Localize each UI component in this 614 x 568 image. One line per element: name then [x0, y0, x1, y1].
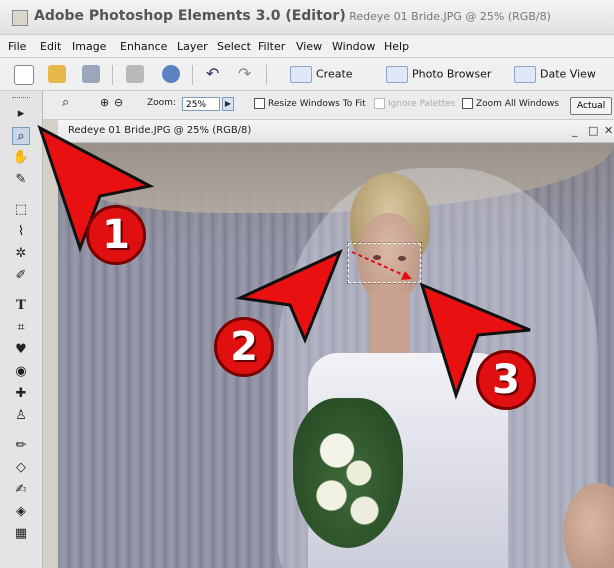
menu-layer[interactable]: Layer [177, 40, 208, 53]
pencil-tool-icon[interactable]: ✏ [12, 437, 30, 455]
photo-browser-icon [386, 66, 408, 83]
selection-brush-tool-icon[interactable]: ✐ [12, 267, 30, 285]
resize-windows-label: Resize Windows To Fit [268, 99, 366, 109]
zoom-tool-option-icon: ⌕ [62, 95, 70, 110]
menu-image[interactable]: Image [72, 40, 106, 53]
annotation-number-2: 2 [214, 317, 274, 377]
toolbox-grip[interactable] [12, 97, 30, 100]
paint-bucket-tool-icon[interactable]: ◈ [12, 503, 30, 521]
cookie-cutter-tool-icon[interactable]: ♥ [12, 341, 30, 359]
zoom-all-windows-label: Zoom All Windows [476, 99, 559, 109]
zoom-label: Zoom: [147, 98, 176, 108]
create-button[interactable]: Create [290, 66, 353, 83]
window-title-suffix: Redeye 01 Bride.JPG @ 25% (RGB/8) [345, 10, 551, 23]
ignore-palettes-checkbox: Ignore Palettes [374, 98, 455, 109]
date-view-label: Date View [540, 67, 596, 81]
checkbox-box [254, 98, 265, 109]
zoom-in-icon[interactable]: ⊕ [100, 96, 109, 109]
marquee-tool-icon[interactable]: ⬚ [12, 201, 30, 219]
clone-stamp-tool-icon[interactable]: ♙ [12, 407, 30, 425]
checkbox-box [462, 98, 473, 109]
menu-help[interactable]: Help [384, 40, 409, 53]
photo-bouquet [293, 398, 403, 548]
photoshop-app-icon [12, 10, 28, 26]
actual-pixels-button[interactable]: Actual [570, 97, 613, 115]
healing-brush-tool-icon[interactable]: ✚ [12, 385, 30, 403]
toolbar-separator [266, 65, 267, 85]
menu-view[interactable]: View [296, 40, 322, 53]
menu-edit[interactable]: Edit [40, 40, 61, 53]
zoom-selection-marquee[interactable] [347, 242, 422, 284]
window-titlebar: Adobe Photoshop Elements 3.0 (Editor) Re… [0, 0, 614, 35]
zoom-all-windows-checkbox[interactable]: Zoom All Windows [462, 98, 559, 109]
gradient-tool-icon[interactable]: ▦ [12, 525, 30, 543]
move-tool-icon[interactable]: ▸ [12, 105, 30, 123]
toolbar-separator [112, 65, 113, 85]
document-titlebar: Redeye 01 Bride.JPG @ 25% (RGB/8) _ □ ✕ [58, 120, 614, 143]
annotation-number-1: 1 [86, 205, 146, 265]
print-icon[interactable] [126, 65, 144, 83]
menu-enhance[interactable]: Enhance [120, 40, 167, 53]
redo-icon[interactable]: ↷ [238, 65, 256, 83]
annotation-number-3: 3 [476, 350, 536, 410]
lasso-tool-icon[interactable]: ⌇ [12, 223, 30, 241]
hand-tool-icon[interactable]: ✋ [12, 149, 30, 167]
open-folder-icon[interactable] [48, 65, 66, 83]
menu-bar: File Edit Image Enhance Layer Select Fil… [0, 35, 614, 57]
red-eye-tool-icon[interactable]: ◉ [12, 363, 30, 381]
date-view-icon [514, 66, 536, 83]
tool-options-bar: ⌕ ⊕ ⊖ Zoom: 25% ▶ Resize Windows To Fit … [42, 91, 614, 120]
eraser-tool-icon[interactable]: ◇ [12, 459, 30, 477]
menu-filter[interactable]: Filter [258, 40, 285, 53]
toolbox: ▸ ⌕ ✋ ✎ ⬚ ⌇ ✲ ✐ T ⌗ ♥ ◉ ✚ ♙ ✏ ◇ ✍ ◈ ▦ [0, 91, 43, 568]
type-tool-icon[interactable]: T [12, 297, 30, 315]
checkbox-box [374, 98, 385, 109]
toolbar-separator [192, 65, 193, 85]
window-title: Adobe Photoshop Elements 3.0 (Editor) Re… [34, 8, 551, 24]
create-icon [290, 66, 312, 83]
zoom-input[interactable]: 25% [182, 97, 220, 111]
magic-wand-tool-icon[interactable]: ✲ [12, 245, 30, 263]
resize-windows-checkbox[interactable]: Resize Windows To Fit [254, 98, 366, 109]
document-title: Redeye 01 Bride.JPG @ 25% (RGB/8) [68, 125, 252, 136]
photo-browser-label: Photo Browser [412, 67, 492, 81]
menu-file[interactable]: File [8, 40, 26, 53]
save-icon[interactable] [82, 65, 100, 83]
date-view-button[interactable]: Date View [514, 66, 596, 83]
ignore-palettes-label: Ignore Palettes [388, 99, 456, 109]
image-canvas[interactable] [58, 143, 614, 568]
crop-tool-icon[interactable]: ⌗ [12, 319, 30, 337]
photo-browser-button[interactable]: Photo Browser [386, 66, 492, 83]
create-label: Create [316, 67, 353, 81]
zoom-tool-icon[interactable]: ⌕ [12, 127, 30, 145]
zoom-slider-arrow-icon[interactable]: ▶ [222, 97, 234, 111]
online-services-icon[interactable] [162, 65, 180, 83]
maximize-button[interactable]: □ [588, 124, 598, 137]
eyedropper-tool-icon[interactable]: ✎ [12, 171, 30, 189]
menu-select[interactable]: Select [217, 40, 251, 53]
close-button[interactable]: ✕ [604, 124, 613, 137]
menu-window[interactable]: Window [332, 40, 375, 53]
minimize-button[interactable]: _ [572, 124, 578, 137]
zoom-out-icon[interactable]: ⊖ [114, 96, 123, 109]
brush-tool-icon[interactable]: ✍ [12, 481, 30, 499]
undo-icon[interactable]: ↶ [206, 65, 224, 83]
new-file-icon[interactable] [14, 65, 34, 85]
shortcuts-toolbar: ↶ ↷ Create Photo Browser Date View [0, 58, 614, 91]
